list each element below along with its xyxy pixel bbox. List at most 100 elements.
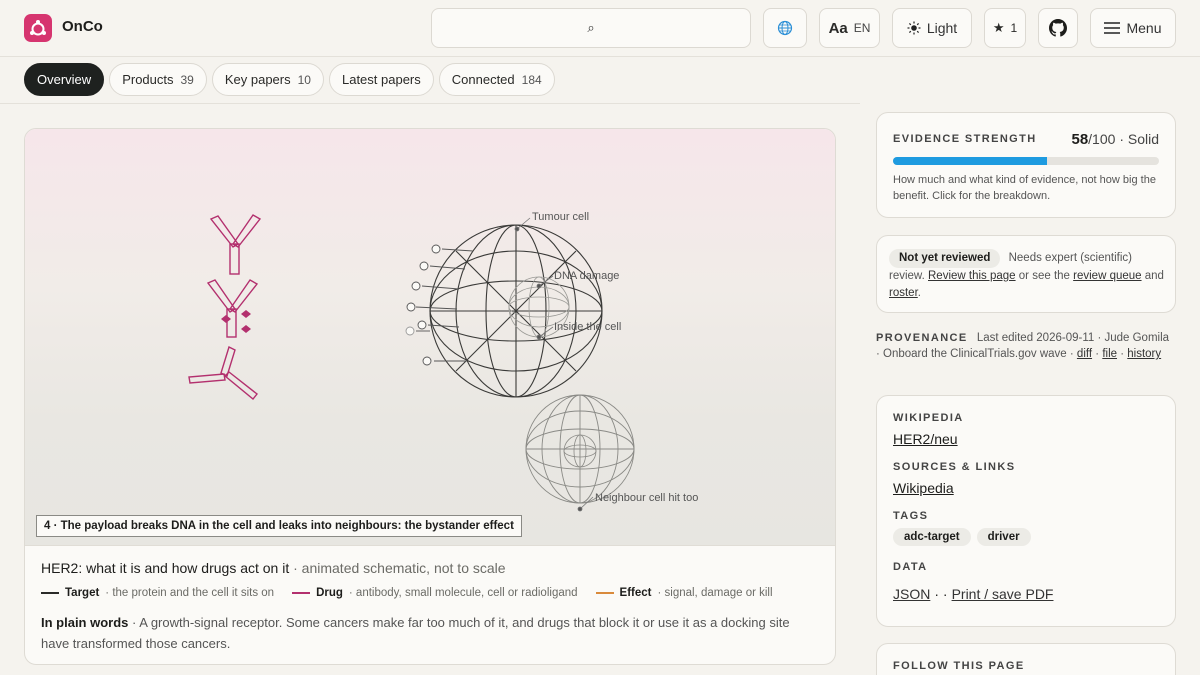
- page-tabs: Overview Products 39 Key papers 10 Lates…: [24, 63, 555, 96]
- review-status-card: Not yet reviewed Needs expert (scientifi…: [876, 235, 1176, 313]
- wikipedia-heading: WIKIPEDIA: [893, 412, 964, 424]
- roster-link[interactable]: roster: [889, 287, 918, 299]
- file-link[interactable]: file: [1102, 348, 1117, 360]
- label-inside-cell: Inside the cell: [554, 321, 621, 333]
- language-globe-button[interactable]: [763, 8, 807, 48]
- star-count: 1: [1010, 21, 1018, 35]
- legend-label: Effect: [619, 587, 652, 599]
- diff-link[interactable]: diff: [1077, 348, 1092, 360]
- separator: ·: [1095, 348, 1100, 360]
- plain-words: In plain words · A growth-signal recepto…: [41, 612, 821, 654]
- legend-effect: Effect · signal, damage or kill: [595, 587, 773, 599]
- step-caption: 4 · The payload breaks DNA in the cell a…: [36, 515, 522, 537]
- info-card: WIKIPEDIA HER2/neu SOURCES & LINKS Wikip…: [876, 395, 1176, 627]
- language-code: EN: [853, 21, 871, 35]
- search-icon: ⌕: [587, 20, 595, 35]
- tabs-divider: [0, 103, 860, 104]
- hamburger-icon: [1104, 22, 1121, 34]
- her2-receptors: [405, 244, 474, 366]
- globe-icon: [777, 20, 793, 36]
- animated-schematic[interactable]: Tumour cell DNA damage Inside the cell N…: [25, 129, 835, 546]
- review-status-badge: Not yet reviewed: [889, 249, 1001, 268]
- evidence-grade: · Solid: [1119, 131, 1159, 147]
- legend-swatch: [595, 592, 614, 594]
- tab-count: 39: [180, 72, 194, 87]
- tab-label: Connected: [451, 72, 515, 87]
- follow-card: FOLLOW THIS PAGE: [876, 643, 1176, 675]
- tab-label: Overview: [37, 72, 92, 87]
- tag-list: adc-target driver: [893, 528, 1031, 546]
- legend-drug: Drug · antibody, small molecule, cell or…: [292, 587, 578, 599]
- tab-connected[interactable]: Connected 184: [438, 63, 555, 96]
- history-link[interactable]: history: [1127, 348, 1161, 360]
- review-text: and: [1144, 270, 1164, 282]
- label-tumour-cell: Tumour cell: [532, 211, 589, 223]
- legend-label: Target: [65, 587, 100, 599]
- tab-overview[interactable]: Overview: [24, 63, 105, 96]
- theme-label: Light: [926, 20, 958, 36]
- separator: ·: [1120, 348, 1125, 360]
- tab-label: Latest papers: [341, 72, 421, 87]
- evidence-title: EVIDENCE STRENGTH: [893, 133, 1037, 145]
- provenance-label: PROVENANCE: [876, 332, 968, 344]
- github-icon: [1049, 19, 1067, 37]
- evidence-progress-bar: [893, 157, 1159, 165]
- tab-products[interactable]: Products 39: [109, 63, 207, 96]
- review-text: .: [917, 287, 921, 299]
- tab-latest-papers[interactable]: Latest papers: [328, 63, 434, 96]
- data-links: JSON · · Print / save PDF: [893, 586, 1053, 602]
- evidence-score-value: 58: [1071, 131, 1089, 148]
- legend-desc: · the protein and the cell it sits on: [105, 587, 275, 599]
- schematic-legend: Target · the protein and the cell it sit…: [41, 587, 773, 599]
- star-icon: ★: [992, 20, 1005, 35]
- provenance: PROVENANCE Last edited 2026-09-11 · Jude…: [876, 330, 1176, 362]
- json-link[interactable]: JSON: [893, 586, 930, 602]
- data-heading: DATA: [893, 561, 928, 573]
- logo[interactable]: [24, 14, 52, 42]
- logo-icon: [30, 20, 46, 36]
- tab-count: 10: [297, 72, 311, 87]
- evidence-score: 58/100 · Solid: [1071, 131, 1159, 148]
- legend-label: Drug: [316, 587, 343, 599]
- star-button[interactable]: ★ 1: [984, 8, 1026, 48]
- tag-driver[interactable]: driver: [976, 528, 1031, 546]
- theme-toggle[interactable]: Light: [892, 8, 972, 48]
- plain-words-label: In plain words: [41, 615, 129, 630]
- github-button[interactable]: [1038, 8, 1078, 48]
- label-dna-damage: DNA damage: [554, 270, 619, 282]
- sources-wikipedia-link[interactable]: Wikipedia: [893, 480, 954, 496]
- review-queue-link[interactable]: review queue: [1073, 270, 1141, 282]
- tab-key-papers[interactable]: Key papers 10: [211, 63, 324, 96]
- evidence-strength-card[interactable]: EVIDENCE STRENGTH 58/100 · Solid How muc…: [876, 112, 1176, 218]
- menu-button[interactable]: Menu: [1090, 8, 1176, 48]
- separator: · ·: [934, 586, 948, 602]
- tab-label: Key papers: [224, 72, 291, 87]
- legend-target: Target · the protein and the cell it sit…: [41, 587, 274, 599]
- tags-heading: TAGS: [893, 510, 929, 522]
- legend-swatch: [41, 592, 59, 594]
- search-input[interactable]: ⌕: [431, 8, 751, 48]
- evidence-description: How much and what kind of evidence, not …: [893, 174, 1156, 202]
- schematic-title: HER2: what it is and how drugs act on it: [41, 560, 290, 576]
- menu-label: Menu: [1126, 20, 1162, 36]
- evidence-progress-fill: [893, 157, 1048, 165]
- schematic-caption: HER2: what it is and how drugs act on it…: [41, 560, 506, 576]
- legend-desc: · antibody, small molecule, cell or radi…: [348, 587, 578, 599]
- tumour-cell: [429, 224, 603, 398]
- review-page-link[interactable]: Review this page: [928, 270, 1016, 282]
- wikipedia-link[interactable]: HER2/neu: [893, 431, 958, 447]
- font-size-icon: Aa: [828, 19, 848, 37]
- legend-swatch: [292, 592, 311, 594]
- review-text: or see the: [1018, 270, 1070, 282]
- schematic-subtitle: · animated schematic, not to scale: [293, 560, 506, 576]
- antibody-bottom: [188, 346, 258, 400]
- text-size-language-button[interactable]: Aa EN: [819, 8, 880, 48]
- schematic-drawing: Tumour cell DNA damage Inside the cell N…: [188, 211, 698, 512]
- tag-adc-target[interactable]: adc-target: [893, 528, 971, 546]
- print-pdf-link[interactable]: Print / save PDF: [952, 586, 1054, 602]
- evidence-score-max: /100: [1088, 131, 1116, 147]
- tab-label: Products: [122, 72, 174, 87]
- sun-icon: [907, 21, 921, 35]
- antibody-top: [209, 214, 262, 275]
- label-neighbour-cell: Neighbour cell hit too: [595, 492, 698, 504]
